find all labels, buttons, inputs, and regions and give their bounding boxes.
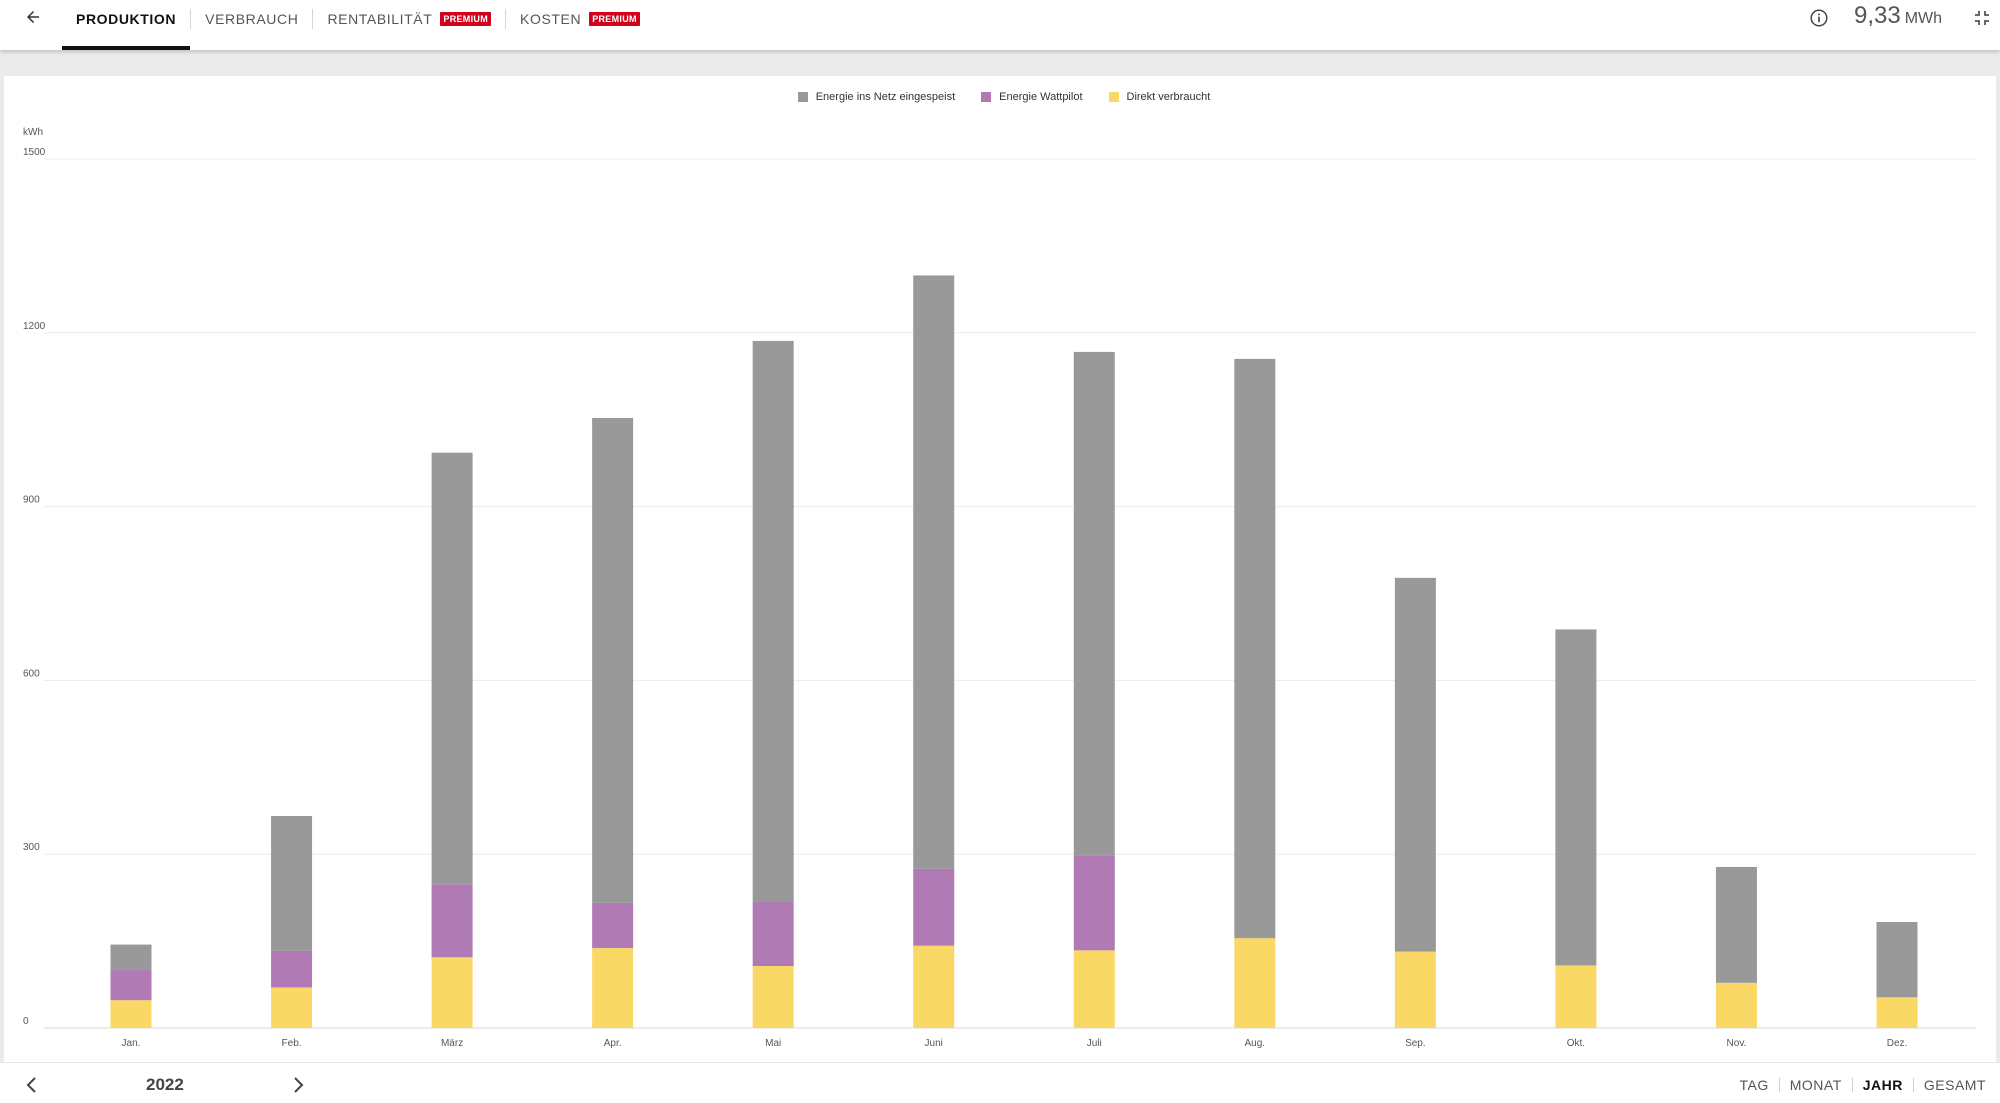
tab-label: VERBRAUCH — [205, 11, 299, 27]
bar-segment[interactable] — [592, 902, 634, 949]
x-tick-label: Dez. — [1887, 1038, 1908, 1049]
y-tick-label: 0 — [23, 1016, 29, 1027]
chevron-left-icon — [26, 1077, 36, 1093]
y-axis-unit: kWh — [23, 127, 43, 138]
bar-segment[interactable] — [271, 950, 313, 988]
tab-label: PRODUKTION — [76, 11, 177, 27]
bar-segment[interactable] — [271, 815, 313, 951]
bar-segment[interactable] — [752, 340, 794, 902]
y-tick-label: 1500 — [23, 147, 46, 158]
premium-badge: PREMIUM — [589, 12, 640, 26]
tab-kosten[interactable]: KOSTEN PREMIUM — [506, 0, 654, 50]
total-production: 9,33 MWh — [1854, 2, 1942, 30]
y-tick-label: 900 — [23, 495, 40, 506]
bar-segment[interactable] — [110, 1000, 152, 1028]
total-value: 9,33 — [1854, 2, 1901, 29]
x-tick-label: Juni — [925, 1038, 943, 1049]
bar-segment[interactable] — [913, 945, 955, 1028]
y-tick-label: 300 — [23, 842, 40, 853]
bar-segment[interactable] — [592, 948, 634, 1028]
bar-segment[interactable] — [1555, 629, 1597, 966]
tab-verbrauch[interactable]: VERBRAUCH — [191, 0, 312, 50]
bar-segment[interactable] — [431, 957, 473, 1028]
bar-segment[interactable] — [110, 944, 152, 971]
bar-segment[interactable] — [1394, 951, 1436, 1028]
bar-segment[interactable] — [1876, 997, 1918, 1028]
bar-segment[interactable] — [1394, 577, 1436, 952]
bar-segment[interactable] — [1715, 866, 1757, 983]
info-button[interactable] — [1808, 7, 1830, 29]
total-unit: MWh — [1904, 10, 1943, 27]
x-tick-label: Okt. — [1567, 1038, 1585, 1049]
arrow-left-icon — [27, 11, 39, 23]
premium-badge: PREMIUM — [440, 12, 492, 26]
bar-segment[interactable] — [1234, 358, 1276, 939]
collapse-button[interactable] — [1970, 6, 1994, 30]
tab-produktion[interactable]: PRODUKTION — [62, 0, 191, 50]
y-tick-label: 600 — [23, 668, 40, 679]
x-tick-label: Feb. — [282, 1038, 302, 1049]
next-year-button[interactable] — [286, 1073, 310, 1097]
bar-segment[interactable] — [431, 452, 473, 885]
period-gesamt[interactable]: GESAMT — [1914, 1077, 1986, 1093]
period-tag[interactable]: TAG — [1729, 1077, 1778, 1093]
back-button[interactable] — [18, 2, 48, 32]
production-chart: kWh 0 300 600 900 1200 1500 Jan. Feb. März Apr. Mai… — [23, 127, 1976, 1049]
bottom-bar: 2022 TAG MONAT JAHR GESAMT — [0, 1062, 2000, 1103]
x-tick-label: März — [441, 1038, 463, 1049]
period-selector: TAG MONAT JAHR GESAMT — [1729, 1077, 1986, 1093]
y-tick-label: 1200 — [23, 321, 46, 332]
tab-label: KOSTEN — [520, 11, 582, 27]
x-tick-label: Sep. — [1405, 1038, 1426, 1049]
x-tick-label: Jan. — [122, 1038, 141, 1049]
bar-segment[interactable] — [913, 868, 955, 946]
bar-segment[interactable] — [110, 970, 152, 1001]
x-tick-label: Mai — [765, 1038, 781, 1049]
tab-rentabilitaet[interactable]: RENTABILITÄT PREMIUM — [313, 0, 505, 50]
bar-segment[interactable] — [1073, 855, 1115, 951]
bar-segment[interactable] — [431, 884, 473, 958]
tab-label: RENTABILITÄT — [327, 11, 433, 27]
bar-segment[interactable] — [1073, 351, 1115, 856]
chevron-right-icon — [294, 1077, 304, 1093]
bar-segment[interactable] — [1073, 950, 1115, 1028]
x-tick-label: Nov. — [1727, 1038, 1747, 1049]
x-tick-label: Aug. — [1245, 1038, 1266, 1049]
collapse-icon — [1975, 11, 1989, 25]
bar-segment[interactable] — [271, 987, 313, 1028]
period-monat[interactable]: MONAT — [1780, 1077, 1852, 1093]
x-tick-label: Juli — [1087, 1038, 1102, 1049]
bar-segment[interactable] — [1876, 921, 1918, 998]
chart-card: Energie ins Netz eingespeist Energie Wat… — [4, 76, 1996, 1102]
period-jahr[interactable]: JAHR — [1853, 1077, 1913, 1093]
info-icon — [1810, 9, 1828, 27]
bar-segment[interactable] — [1555, 965, 1597, 1028]
previous-year-button[interactable] — [20, 1073, 44, 1097]
x-tick-label: Apr. — [604, 1038, 622, 1049]
bar-segment[interactable] — [913, 275, 955, 869]
bar-segment[interactable] — [1234, 938, 1276, 1028]
bar-segment[interactable] — [752, 901, 794, 967]
bar-segment[interactable] — [1715, 982, 1757, 1028]
selected-year: 2022 — [146, 1075, 184, 1094]
bar-segment[interactable] — [752, 966, 794, 1028]
tab-bar: PRODUKTION VERBRAUCH RENTABILITÄT PREMIU… — [62, 0, 654, 50]
bar-segment[interactable] — [592, 417, 634, 903]
top-bar: PRODUKTION VERBRAUCH RENTABILITÄT PREMIU… — [0, 0, 2000, 50]
